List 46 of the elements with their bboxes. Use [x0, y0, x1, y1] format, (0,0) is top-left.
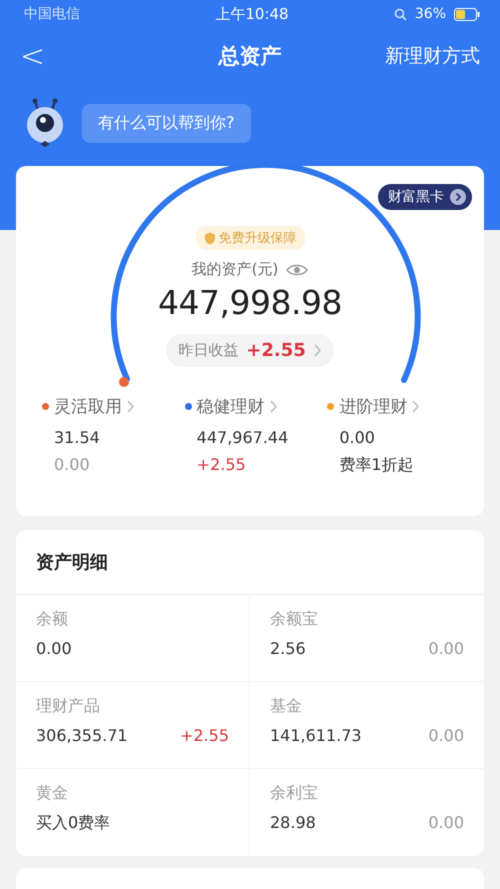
- clock: 上午10:48: [214, 4, 290, 24]
- asset-change: 0.00: [428, 813, 464, 832]
- asset-name: 余额: [36, 609, 69, 630]
- assets-label: 我的资产(元): [192, 260, 278, 279]
- asset-change: 0.00: [428, 639, 464, 658]
- category-value: 447,967.44: [196, 428, 290, 447]
- page-title: 总资产: [217, 43, 282, 70]
- category-link[interactable]: 灵活取用: [42, 395, 135, 418]
- asset-value: 买入0费率: [36, 813, 110, 834]
- new-method-link[interactable]: 新理财方式: [326, 43, 480, 69]
- asset-value: 0.00: [36, 639, 72, 658]
- total-assets: 447,998.98: [158, 283, 342, 322]
- asset-value: 306,355.71: [36, 726, 128, 745]
- asset-name: 余利宝: [270, 783, 319, 804]
- back-button[interactable]: <: [20, 38, 174, 74]
- asset-value: 141,611.73: [270, 726, 362, 745]
- assistant-bubble[interactable]: 有什么可以帮到你?: [82, 104, 250, 142]
- battery-percent: 36%: [414, 6, 446, 22]
- asset-value: 2.56: [270, 639, 306, 658]
- asset-name: 基金: [270, 696, 303, 717]
- category-sub-value: 0.00: [54, 455, 91, 474]
- chevron-icon: [412, 400, 420, 413]
- asset-name: 余额宝: [270, 609, 319, 630]
- upgrade-tag: 免费升级保障: [196, 226, 304, 250]
- asset-change: +2.55: [180, 726, 229, 745]
- category-link[interactable]: 进阶理财: [327, 395, 420, 418]
- shield-icon: [204, 232, 216, 244]
- asset-name: 黄金: [36, 783, 69, 804]
- category-link[interactable]: 稳健理财: [184, 395, 278, 418]
- eye-icon[interactable]: [286, 262, 308, 276]
- asset-name: 理财产品: [36, 696, 101, 717]
- category-sub-value: +2.55: [196, 455, 247, 474]
- search-icon: [394, 8, 407, 20]
- category-value: 0.00: [339, 428, 376, 447]
- yesterday-earnings-button[interactable]: 昨日收益 +2.55: [166, 334, 334, 367]
- chevron-icon: [270, 400, 278, 413]
- wealth-card-badge[interactable]: 财富黑卡: [378, 184, 472, 210]
- category-sub-value: 费率1折起: [339, 455, 415, 476]
- carrier-name: 中国电信: [24, 5, 81, 23]
- chevron-icon: [314, 344, 322, 357]
- asset-value: 28.98: [270, 813, 316, 832]
- category-value: 31.54: [54, 428, 101, 447]
- section-title: 资产明细: [16, 530, 484, 595]
- battery-icon: [454, 8, 480, 20]
- asset-change: 0.00: [428, 726, 464, 745]
- chevron-icon: [127, 400, 135, 413]
